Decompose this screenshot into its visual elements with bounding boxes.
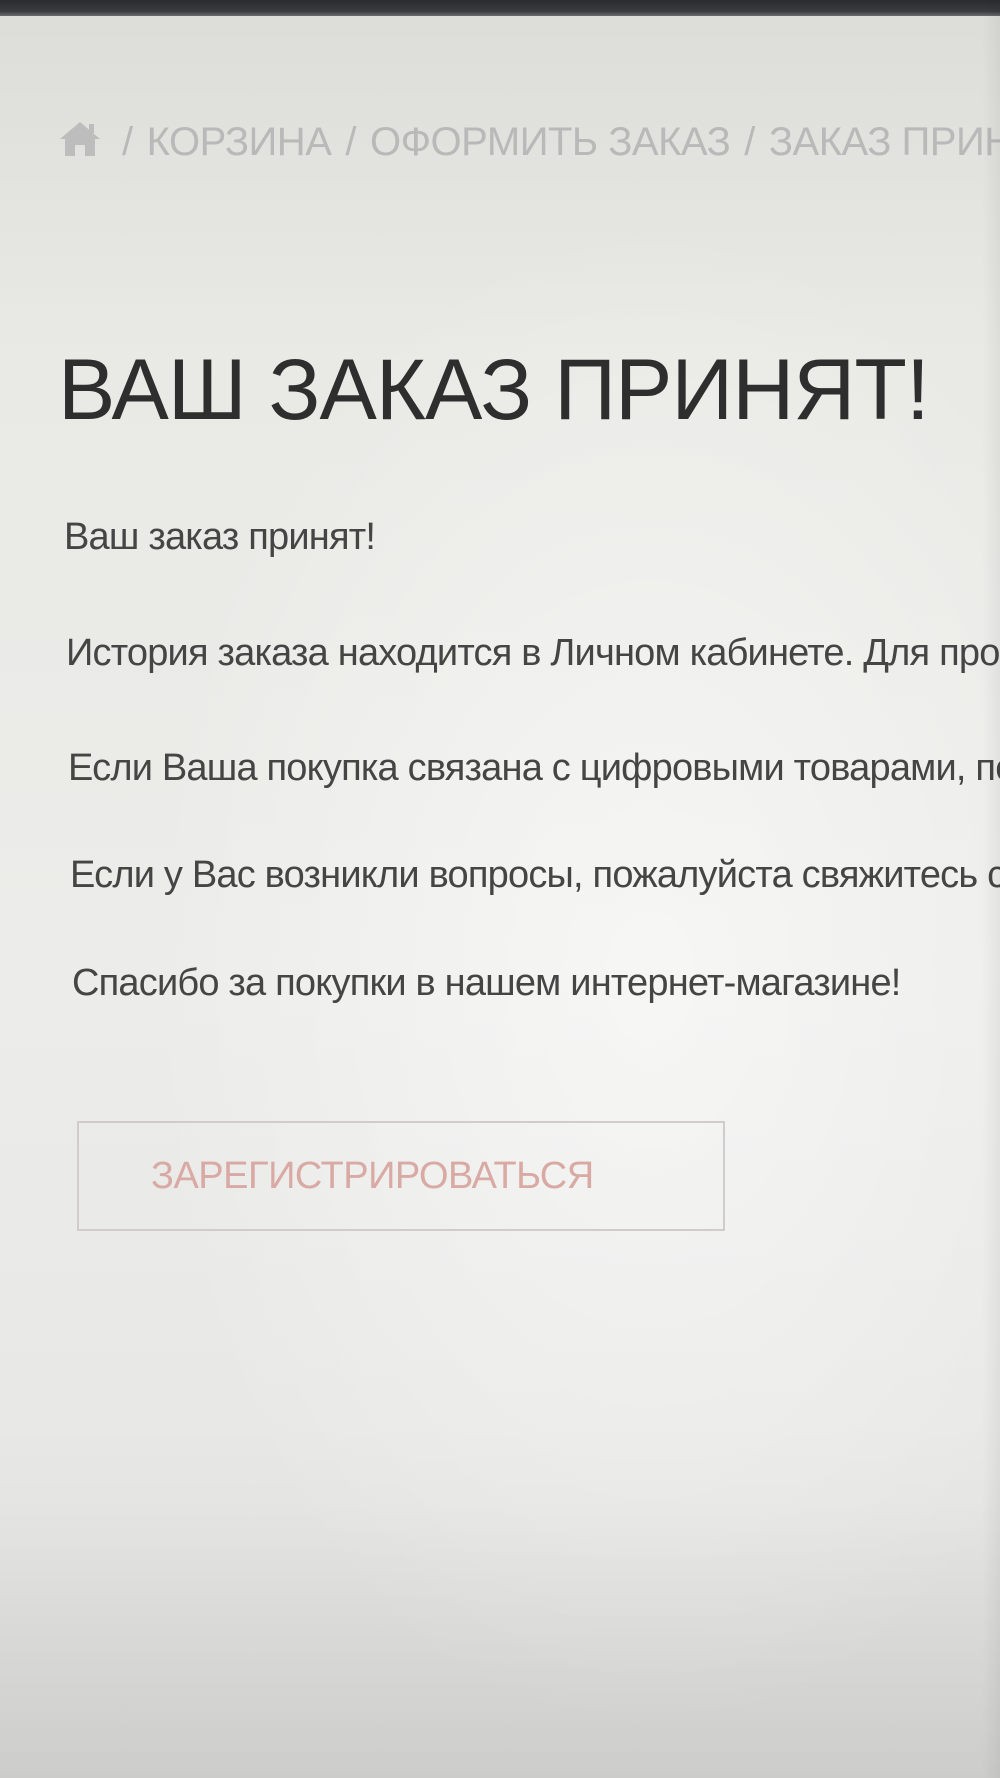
screen-bottom-shade — [0, 1500, 1000, 1778]
page-title: ВАШ ЗАКАЗ ПРИНЯТ! — [58, 342, 930, 438]
monitor-bezel — [0, 0, 1000, 16]
breadcrumb-item-checkout[interactable]: ОФОРМИТЬ ЗАКАЗ — [370, 120, 731, 164]
breadcrumb-item-order-accepted[interactable]: ЗАКАЗ ПРИНЯТ — [769, 120, 1000, 164]
digital-goods-text: Если Ваша покупка связана с цифровыми то… — [68, 747, 1000, 789]
breadcrumb-separator: / — [345, 120, 356, 164]
breadcrumb: / КОРЗИНА / ОФОРМИТЬ ЗАКАЗ / ЗАКАЗ ПРИНЯТ — [58, 118, 1000, 166]
order-accepted-text: Ваш заказ принят! — [64, 516, 376, 558]
breadcrumb-item-cart[interactable]: КОРЗИНА — [147, 120, 332, 164]
order-history-text: История заказа находится в Личном кабине… — [66, 632, 1000, 674]
register-button[interactable]: ЗАРЕГИСТРИРОВАТЬСЯ — [77, 1121, 725, 1231]
breadcrumb-separator: / — [744, 120, 755, 164]
breadcrumb-separator: / — [122, 120, 133, 164]
home-icon[interactable] — [58, 119, 102, 159]
contact-us-text: Если у Вас возникли вопросы, пожалуйста … — [70, 854, 1000, 896]
thank-you-text: Спасибо за покупки в нашем интернет-мага… — [72, 962, 901, 1004]
